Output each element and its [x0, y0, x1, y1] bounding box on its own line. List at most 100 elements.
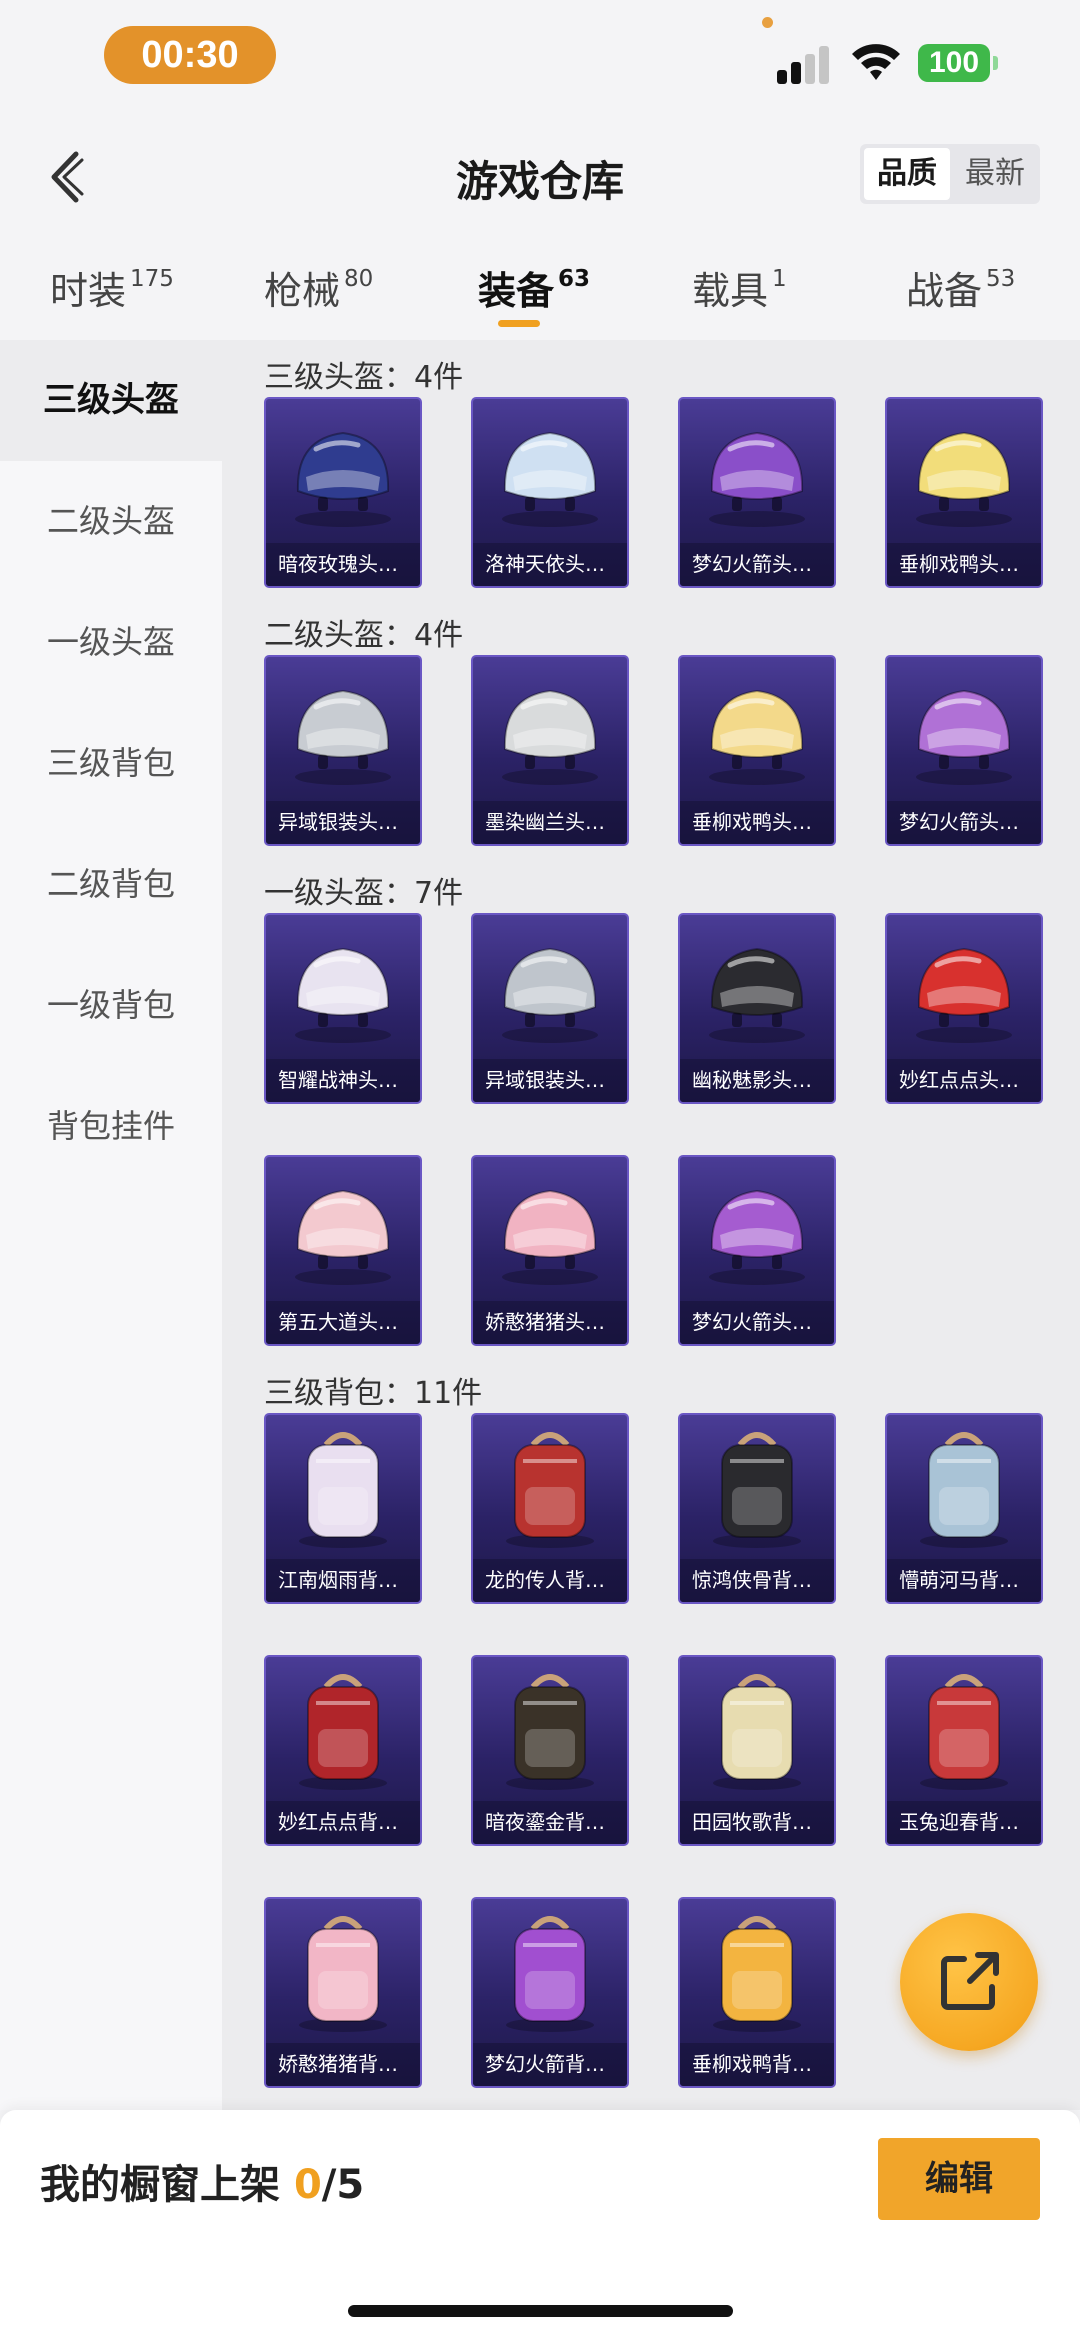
item-card[interactable]: 异域银装头…: [264, 655, 422, 846]
helmet-icon: [887, 657, 1041, 803]
sidebar-item-level3-backpack[interactable]: 三级背包: [0, 703, 222, 824]
section-title: 一级头盔：7件: [264, 876, 464, 911]
item-card[interactable]: 妙红点点背…: [264, 1655, 422, 1846]
item-card[interactable]: 第五大道头…: [264, 1155, 422, 1346]
tab-count: 63: [558, 266, 591, 292]
item-card[interactable]: 洛神天依头…: [471, 397, 629, 588]
item-name: 梦幻火箭头…: [680, 1301, 834, 1344]
tab-label: 时装: [50, 269, 127, 313]
item-name: 江南烟雨背…: [266, 1559, 420, 1602]
item-card[interactable]: 垂柳戏鸭背…: [678, 1897, 836, 2088]
wifi-icon: [852, 44, 900, 80]
backpack-icon: [266, 1899, 420, 2045]
backpack-icon: [680, 1415, 834, 1561]
helmet-icon: [680, 399, 834, 545]
item-name: 智耀战神头…: [266, 1059, 420, 1102]
sidebar-item-backpack-charm[interactable]: 背包挂件: [0, 1066, 222, 1187]
sidebar: 三级头盔 二级头盔 一级头盔 三级背包 二级背包 一级背包 背包挂件: [0, 340, 222, 2110]
item-name: 懵萌河马背…: [887, 1559, 1041, 1602]
item-grid: 三级头盔：4件 暗夜玫瑰头… 洛神天依头… 梦幻火箭头… 垂柳戏鸭头… 二级头盔：4件 异域…: [222, 340, 1080, 2110]
showcase-label: 我的橱窗上架: [40, 2162, 280, 2208]
backpack-icon: [266, 1415, 420, 1561]
sort-by-newest-button[interactable]: 最新: [952, 148, 1038, 200]
sidebar-item-level1-helmet[interactable]: 一级头盔: [0, 582, 222, 703]
sidebar-item-level2-backpack[interactable]: 二级背包: [0, 824, 222, 945]
helmet-icon: [473, 399, 627, 545]
item-card[interactable]: 异域银装头…: [471, 913, 629, 1104]
showcase-total: /5: [321, 2162, 365, 2208]
item-name: 异域银装头…: [266, 801, 420, 844]
item-card[interactable]: 田园牧歌背…: [678, 1655, 836, 1846]
backpack-icon: [887, 1657, 1041, 1803]
item-name: 妙红点点头…: [887, 1059, 1041, 1102]
item-name: 妙红点点背…: [266, 1801, 420, 1844]
item-name: 垂柳戏鸭头…: [887, 543, 1041, 586]
item-card[interactable]: 娇憨猪猪背…: [264, 1897, 422, 2088]
backpack-icon: [266, 1657, 420, 1803]
sort-by-quality-button[interactable]: 品质: [864, 148, 950, 200]
tab-costume[interactable]: 时装 175: [50, 260, 174, 330]
sidebar-item-level2-helmet[interactable]: 二级头盔: [0, 461, 222, 582]
category-tabs: 时装 175 枪械 80 装备 63 载具 1 战备 53: [0, 250, 1080, 340]
backpack-icon: [680, 1657, 834, 1803]
tab-count: 175: [130, 266, 174, 292]
item-name: 幽秘魅影头…: [680, 1059, 834, 1102]
edit-button[interactable]: 编辑: [878, 2138, 1040, 2220]
helmet-icon: [266, 657, 420, 803]
tab-combat-gear[interactable]: 战备 53: [906, 260, 1015, 330]
tab-firearms[interactable]: 枪械 80: [264, 260, 373, 330]
item-name: 墨染幽兰头…: [473, 801, 627, 844]
cellular-signal-icon: [777, 44, 833, 84]
item-card[interactable]: 娇憨猪猪头…: [471, 1155, 629, 1346]
item-card[interactable]: 垂柳戏鸭头…: [885, 397, 1043, 588]
item-card[interactable]: 妙红点点头…: [885, 913, 1043, 1104]
item-name: 暗夜鎏金背…: [473, 1801, 627, 1844]
item-name: 垂柳戏鸭背…: [680, 2043, 834, 2086]
item-card[interactable]: 梦幻火箭头…: [678, 397, 836, 588]
tab-vehicles[interactable]: 载具 1: [692, 260, 787, 330]
helmet-icon: [473, 657, 627, 803]
item-name: 梦幻火箭背…: [473, 2043, 627, 2086]
backpack-icon: [680, 1899, 834, 2045]
back-arrow-icon[interactable]: [36, 142, 96, 212]
battery-indicator: 100: [918, 44, 990, 82]
share-button[interactable]: [900, 1913, 1038, 2051]
item-name: 梦幻火箭头…: [887, 801, 1041, 844]
item-card[interactable]: 梦幻火箭背…: [471, 1897, 629, 2088]
sidebar-item-level3-helmet[interactable]: 三级头盔: [0, 340, 222, 461]
item-card[interactable]: 垂柳戏鸭头…: [678, 655, 836, 846]
sidebar-item-level1-backpack[interactable]: 一级背包: [0, 945, 222, 1066]
helmet-icon: [266, 399, 420, 545]
item-card[interactable]: 墨染幽兰头…: [471, 655, 629, 846]
item-name: 垂柳戏鸭头…: [680, 801, 834, 844]
item-card[interactable]: 暗夜鎏金背…: [471, 1655, 629, 1846]
item-card[interactable]: 龙的传人背…: [471, 1413, 629, 1604]
item-card[interactable]: 幽秘魅影头…: [678, 913, 836, 1104]
item-card[interactable]: 惊鸿侠骨背…: [678, 1413, 836, 1604]
item-name: 玉兔迎春背…: [887, 1801, 1041, 1844]
item-name: 异域银装头…: [473, 1059, 627, 1102]
item-name: 暗夜玫瑰头…: [266, 543, 420, 586]
backpack-icon: [473, 1899, 627, 2045]
item-card[interactable]: 懵萌河马背…: [885, 1413, 1043, 1604]
helmet-icon: [680, 657, 834, 803]
item-card[interactable]: 梦幻火箭头…: [678, 1155, 836, 1346]
item-card[interactable]: 智耀战神头…: [264, 913, 422, 1104]
section-title: 三级背包：11件: [264, 1376, 483, 1411]
item-card[interactable]: 暗夜玫瑰头…: [264, 397, 422, 588]
tab-count: 53: [986, 266, 1016, 292]
item-name: 龙的传人背…: [473, 1559, 627, 1602]
tab-label: 载具: [692, 269, 769, 313]
item-name: 娇憨猪猪背…: [266, 2043, 420, 2086]
item-name: 田园牧歌背…: [680, 1801, 834, 1844]
item-card[interactable]: 江南烟雨背…: [264, 1413, 422, 1604]
privacy-indicator-dot: [762, 17, 773, 28]
item-card[interactable]: 梦幻火箭头…: [885, 655, 1043, 846]
home-indicator[interactable]: [348, 2305, 733, 2317]
tab-count: 80: [344, 266, 374, 292]
helmet-icon: [680, 915, 834, 1061]
helmet-icon: [887, 915, 1041, 1061]
tab-label: 枪械: [264, 269, 341, 313]
helmet-icon: [680, 1157, 834, 1303]
item-card[interactable]: 玉兔迎春背…: [885, 1655, 1043, 1846]
